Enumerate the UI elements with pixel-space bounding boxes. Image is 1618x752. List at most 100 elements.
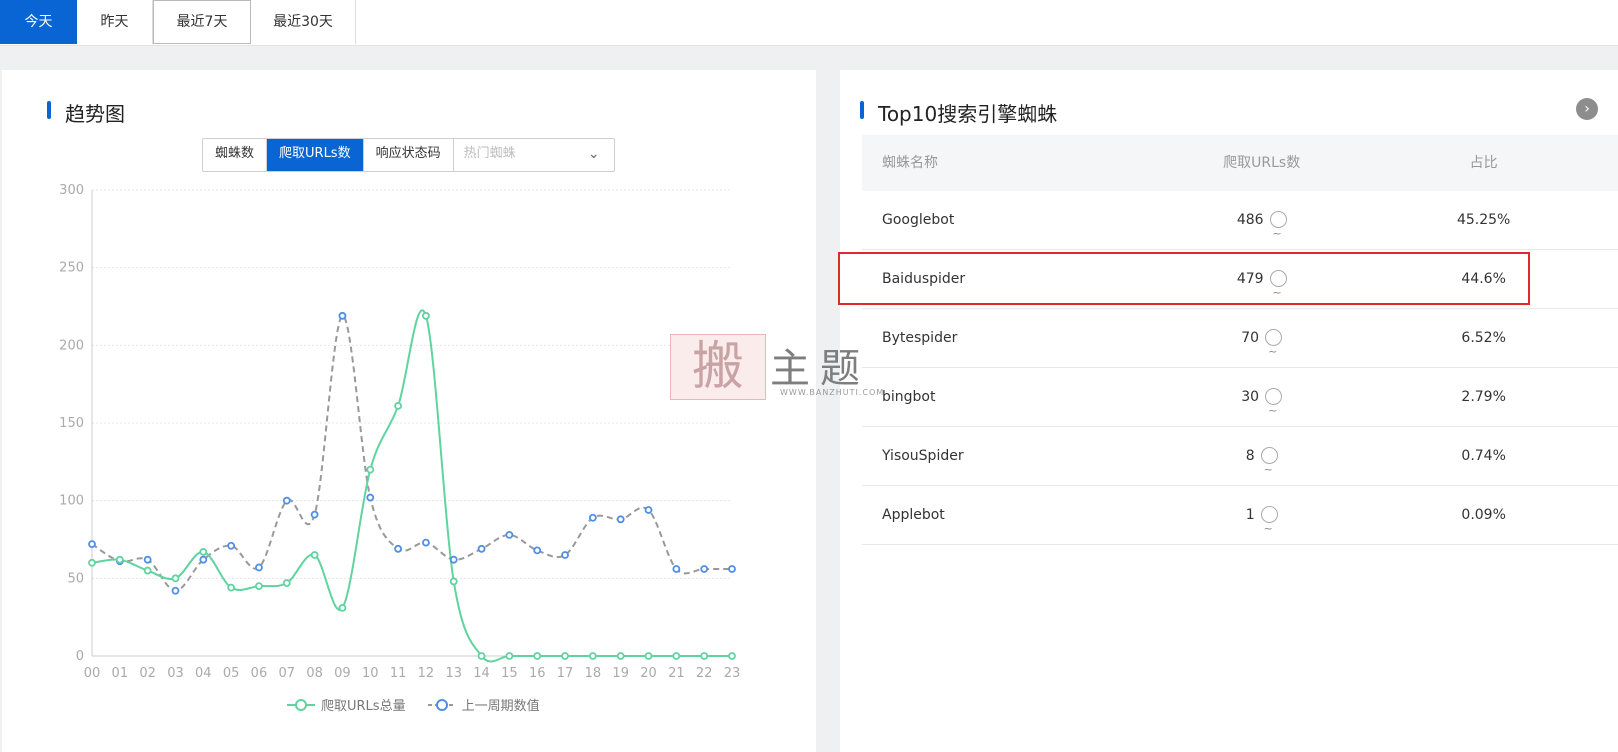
x-tick-label: 21 <box>668 666 685 681</box>
tab-last-30-days[interactable]: 最近30天 <box>251 0 356 44</box>
spider-name: Baiduspider <box>882 271 966 287</box>
metric-spiders-button[interactable]: 蜘蛛数 <box>203 139 268 171</box>
series-current-point <box>310 551 319 559</box>
series-previous-point <box>366 493 375 502</box>
series-current-point <box>728 652 736 660</box>
spider-count: 479 <box>1236 271 1264 287</box>
spider-share: 2.79% <box>1461 389 1506 405</box>
x-tick-label: 19 <box>612 666 629 681</box>
legend-previous-label: 上一周期数值 <box>461 699 540 714</box>
spider-share: 45.25% <box>1456 212 1511 228</box>
trend-icon[interactable] <box>1269 205 1287 263</box>
x-tick-label: 22 <box>696 666 713 681</box>
hot-spider-select[interactable]: 热门蜘蛛 ⌄ <box>454 139 614 171</box>
series-previous-point <box>227 541 236 550</box>
x-tick-label: 02 <box>139 666 156 681</box>
spider-share: 6.52% <box>1461 330 1506 346</box>
x-tick-label: 13 <box>445 666 462 681</box>
series-current-point <box>366 465 375 474</box>
trend-icon[interactable] <box>1269 264 1287 322</box>
table-row[interactable]: bingbot 30 2.79% <box>862 368 1618 440</box>
table-row[interactable]: Bytespider 70 6.52% <box>862 309 1618 381</box>
top-spiders-title-text: Top10搜索引擎蜘蛛 <box>878 102 1058 126</box>
chart-legend: 爬取URLs总量 上一周期数值 <box>287 695 540 714</box>
tab-yesterday[interactable]: 昨天 <box>77 0 153 44</box>
watermark-seal: 搬 <box>670 334 766 400</box>
table-header: 蜘蛛名称 爬取URLs数 占比 <box>862 135 1618 191</box>
series-previous-point <box>561 551 569 559</box>
series-current-point <box>199 548 208 556</box>
x-tick-label: 20 <box>640 666 657 681</box>
series-previous-point <box>282 496 291 505</box>
series-current-point <box>282 579 291 587</box>
metric-switcher: 蜘蛛数 爬取URLs数 响应状态码 热门蜘蛛 ⌄ <box>202 138 615 172</box>
watermark-text: 主题 <box>770 346 870 392</box>
spider-count-cell: 70 <box>1174 309 1349 381</box>
tab-today[interactable]: 今天 <box>0 0 77 44</box>
header-name: 蜘蛛名称 <box>882 155 938 171</box>
series-current-point <box>644 652 653 660</box>
series-current-point <box>143 566 152 575</box>
x-tick-label: 06 <box>251 666 268 681</box>
x-tick-label: 11 <box>390 666 407 681</box>
series-previous-point <box>310 510 319 519</box>
tab-last-7-days[interactable]: 最近7天 <box>153 0 251 44</box>
series-current-point <box>505 652 514 660</box>
x-tick-label: 18 <box>585 666 602 681</box>
table-row[interactable]: Googlebot 486 45.25% <box>862 191 1618 263</box>
series-current-line <box>91 309 732 663</box>
legend-previous[interactable]: 上一周期数值 <box>427 695 540 714</box>
x-tick-label: 16 <box>529 666 546 681</box>
series-current-point <box>115 555 124 564</box>
metric-urls-button[interactable]: 爬取URLs数 <box>267 139 364 171</box>
x-tick-label: 08 <box>306 666 323 681</box>
trend-icon[interactable] <box>1260 500 1278 558</box>
x-tick-label: 05 <box>223 666 240 681</box>
table-row[interactable]: Applebot 1 0.09% <box>862 486 1618 558</box>
spider-share: 0.74% <box>1461 448 1506 464</box>
spider-count: 8 <box>1245 448 1255 464</box>
top-spiders-panel: Top10搜索引擎蜘蛛 › 蜘蛛名称 爬取URLs数 占比 Googlebot 4… <box>840 70 1618 752</box>
x-tick-label: 10 <box>362 666 379 681</box>
spider-name: Applebot <box>882 507 945 523</box>
series-previous-point <box>199 555 208 564</box>
series-previous-point <box>394 544 402 553</box>
y-tick-label: 300 <box>59 183 84 198</box>
spider-count-cell: 1 <box>1174 486 1349 558</box>
series-previous-line <box>91 314 732 592</box>
title-accent-bar <box>860 101 864 119</box>
trend-icon[interactable] <box>1265 323 1283 381</box>
x-tick-label: 17 <box>557 666 574 681</box>
y-tick-label: 250 <box>59 261 84 276</box>
trend-icon[interactable] <box>1260 441 1278 499</box>
legend-current[interactable]: 爬取URLs总量 <box>287 695 406 714</box>
spider-count: 1 <box>1245 507 1255 523</box>
series-current-point <box>477 652 486 660</box>
spider-name: YisouSpider <box>882 448 964 464</box>
x-tick-label: 15 <box>501 666 518 681</box>
series-current-point <box>700 652 709 660</box>
series-previous-point <box>171 586 180 595</box>
metric-status-code-button[interactable]: 响应状态码 <box>364 139 454 171</box>
series-current-point <box>672 652 681 660</box>
top-spiders-title: Top10搜索引擎蜘蛛 <box>860 98 1058 127</box>
trend-panel: 趋势图 蜘蛛数 爬取URLs数 响应状态码 热门蜘蛛 ⌄ 0 50 100 150 20… <box>2 70 816 752</box>
y-tick-label: 150 <box>59 416 84 431</box>
series-current-point <box>88 558 96 567</box>
spider-table: 蜘蛛名称 爬取URLs数 占比 Googlebot 486 45.25% Baidus… <box>862 135 1618 558</box>
legend-current-label: 爬取URLs总量 <box>321 699 406 714</box>
hot-spider-select-placeholder: 热门蜘蛛 <box>463 146 516 161</box>
series-previous-point <box>588 513 597 522</box>
spider-count: 486 <box>1236 212 1264 228</box>
spider-share: 0.09% <box>1461 507 1506 523</box>
table-row[interactable]: YisouSpider 8 0.74% <box>862 427 1618 499</box>
table-row[interactable]: Baiduspider 479 44.6% <box>862 250 1618 322</box>
chevron-right-icon[interactable]: › <box>1576 98 1598 120</box>
trend-icon[interactable] <box>1265 382 1283 440</box>
trend-title-text: 趋势图 <box>65 102 125 126</box>
series-previous-point <box>672 565 681 573</box>
series-previous-point <box>143 555 152 564</box>
series-current-point <box>255 582 263 591</box>
series-current-point <box>422 311 430 320</box>
spider-count: 70 <box>1241 330 1260 346</box>
